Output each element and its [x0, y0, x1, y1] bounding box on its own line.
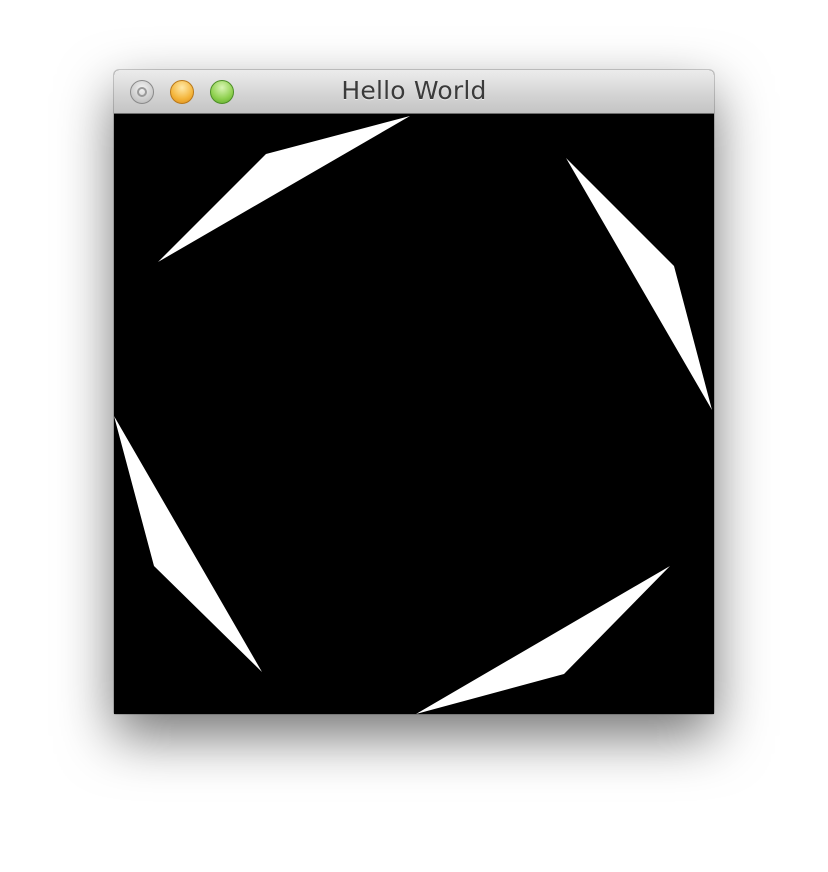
window-title: Hello World: [341, 76, 487, 105]
canvas-background: [114, 114, 714, 714]
canvas-svg: [114, 114, 714, 714]
app-window: Hello World: [114, 70, 714, 714]
drawing-canvas[interactable]: [114, 114, 714, 714]
title-bar[interactable]: Hello World: [114, 70, 714, 114]
